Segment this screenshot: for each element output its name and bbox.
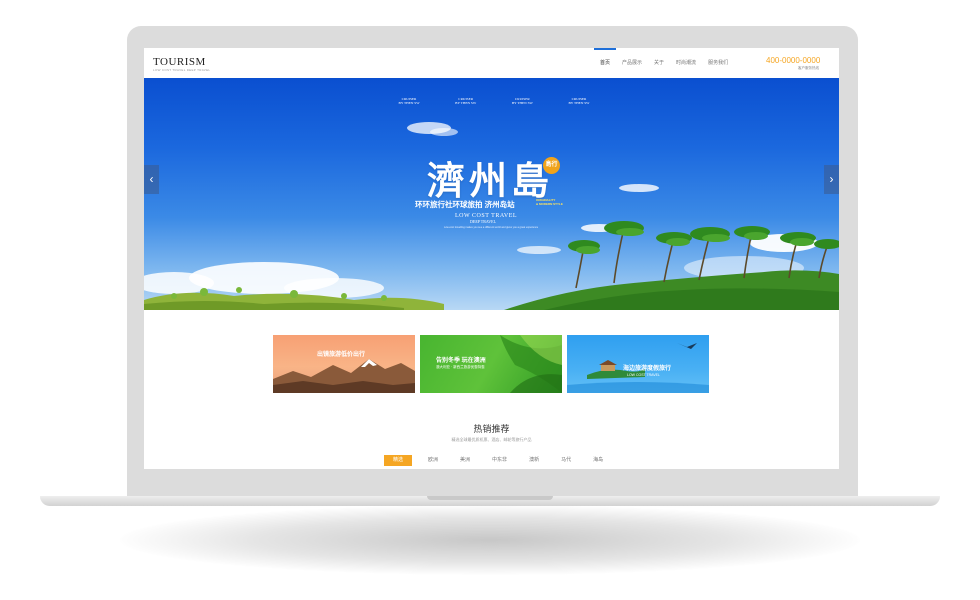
site-header: TOURISM LOW COST TRAVEL DEEP TRAVEL 首页 产… — [144, 48, 839, 79]
hero-decor-item: CRUISER BY THEN SW — [398, 97, 420, 105]
hero-title: 濟州島 — [427, 158, 554, 203]
site-logo-tagline: LOW COST TRAVEL DEEP TRAVEL — [153, 68, 211, 72]
palm-leaf-image — [500, 335, 562, 393]
nav-item-products[interactable]: 产品展示 — [616, 48, 648, 78]
promo-banner-title: 告别冬季 玩在澳洲 — [436, 358, 486, 364]
section-title: 热销推荐 — [473, 424, 510, 434]
laptop-screen: TOURISM LOW COST TRAVEL DEEP TRAVEL 首页 产… — [144, 48, 839, 469]
tab-europe[interactable]: 欧洲 — [422, 455, 444, 466]
promo-banner-subtitle: 澳大利亚 · 新西兰旅游优惠特惠 — [436, 365, 485, 369]
hero-fine-print: Low-cost travelling makes you see a diff… — [444, 226, 539, 229]
slider-next-button[interactable]: › — [824, 165, 839, 194]
hero-badge: ORIGINALITY & MODERN STYLE — [536, 198, 563, 206]
mountain-image — [273, 359, 415, 393]
promo-banner-island[interactable]: 海边旅游度假旅行 LOW COST TRAVEL — [567, 335, 709, 393]
nav-item-about[interactable]: 关于 — [648, 48, 670, 78]
tab-featured[interactable]: 精选 — [384, 455, 413, 466]
site-logo[interactable]: TOURISM — [153, 56, 206, 68]
hero-decor-item: CRUISER BY THEN SW — [511, 97, 533, 105]
hero-seal: 島行 — [543, 157, 560, 174]
tab-australia-nz[interactable]: 澳新 — [523, 455, 545, 466]
hotline-number: 400-0000-0000 — [766, 56, 821, 65]
hero-decor-item: CRUISER BY THEN SW — [568, 97, 590, 105]
promo-banner-title: 出镜旅游低价出行 — [317, 352, 366, 358]
nav-item-contact[interactable]: 服务我们 — [702, 48, 734, 78]
hotline-label: 客户服务热线 — [798, 66, 819, 70]
promo-banner-subtitle: LOW COST TRAVEL — [627, 373, 660, 377]
slider-prev-button[interactable]: ‹ — [144, 165, 159, 194]
section-subtitle: 精选全球最优质机票、酒店、邮轮等旅行产品 — [451, 437, 532, 442]
hero-english-subtitle: DEEP TRAVEL — [470, 219, 497, 224]
hero-slider: CRUISER BY THEN SW CRUISER BY THEN SW CRUI… — [144, 78, 839, 310]
nav-item-fashion[interactable]: 时尚潮流 — [670, 48, 702, 78]
tab-americas[interactable]: 美洲 — [454, 455, 476, 466]
promo-banner-title: 海边旅游度假旅行 — [623, 366, 672, 372]
tab-islands[interactable]: 海岛 — [587, 455, 609, 466]
promo-banners: 出镜旅游低价出行 告别冬季 玩在澳洲 澳大利亚 · 新西兰旅游优惠特惠 海边旅游… — [273, 335, 709, 393]
tab-middle-east-africa[interactable]: 中东非 — [486, 455, 513, 466]
hero-subtitle: 环环旅行社环球旅拍 济州岛站 — [415, 200, 515, 209]
hero-decor-row: CRUISER BY THEN SW CRUISER BY THEN SW CRUI… — [394, 97, 594, 105]
laptop-shadow — [120, 505, 860, 575]
nav-item-home[interactable]: 首页 — [594, 48, 617, 78]
main-nav: 首页 产品展示 关于 时尚潮流 服务我们 — [594, 48, 734, 78]
promo-banner-australia[interactable]: 告别冬季 玩在澳洲 澳大利亚 · 新西兰旅游优惠特惠 — [420, 335, 562, 393]
product-tabs: 精选 欧洲 美洲 中东非 澳新 马代 海岛 — [384, 455, 609, 466]
hero-decor-item: CRUISER BY THEN SW — [455, 97, 477, 105]
laptop-notch — [427, 496, 553, 500]
tab-maldives[interactable]: 马代 — [555, 455, 577, 466]
promo-banner-budget[interactable]: 出镜旅游低价出行 — [273, 335, 415, 393]
